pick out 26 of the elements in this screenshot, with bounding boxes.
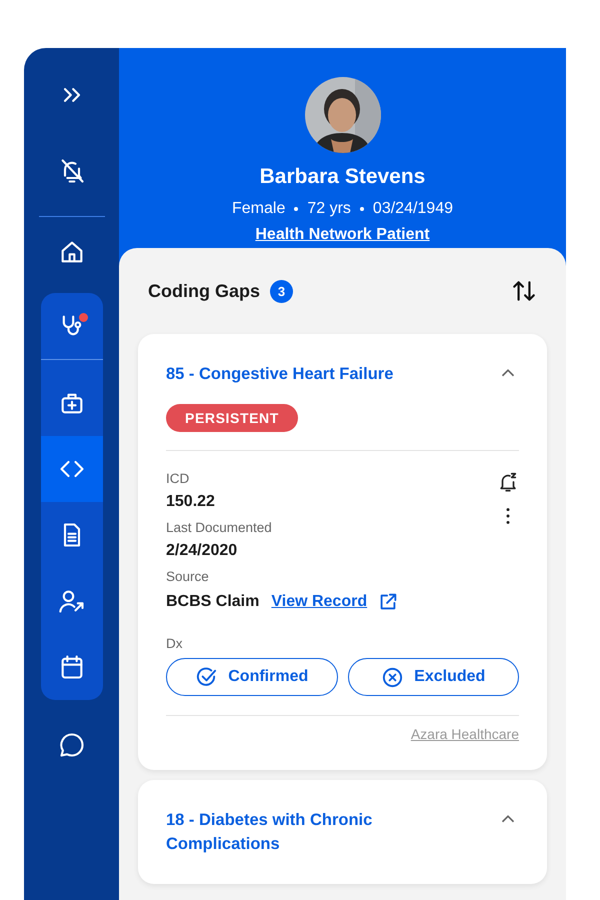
separator-dot <box>294 207 298 211</box>
count-badge: 3 <box>270 280 293 302</box>
confirm-button[interactable]: Confirmed <box>166 658 338 696</box>
field-label: Dx <box>166 636 184 651</box>
gap-title[interactable]: 85 - Congestive Heart Failure <box>166 362 394 386</box>
field-label: Source <box>166 569 210 584</box>
field-value: 150.22 <box>166 493 215 511</box>
patient-link[interactable]: Health Network Patient <box>255 226 430 244</box>
patient-info: 03/24/1949 <box>372 200 453 218</box>
source-link[interactable]: Azara Healthcare <box>410 726 519 742</box>
gap-title[interactable]: 18 - Diabetes with Chronic Complications <box>166 808 426 856</box>
field-label: Last Documented <box>166 520 273 535</box>
patient-info: Female <box>232 200 286 218</box>
field-value: 2/24/2020 <box>166 542 238 560</box>
field-value: BCBS Claim <box>166 593 260 611</box>
patient-info: 72 yrs <box>307 200 351 218</box>
x-circle-icon <box>381 666 404 688</box>
view-record-link[interactable]: View Record <box>271 593 368 611</box>
field-label: ICD <box>166 471 190 486</box>
speech-bubble-icon <box>58 731 86 759</box>
sort-icon[interactable] <box>511 278 537 304</box>
status-tag: PERSISTENT <box>166 404 298 432</box>
separator-dot <box>360 207 364 211</box>
exclude-button[interactable]: Excluded <box>348 658 519 696</box>
section-title: Coding Gaps <box>148 280 260 302</box>
patient-name: Barbara Stevens <box>260 165 426 189</box>
